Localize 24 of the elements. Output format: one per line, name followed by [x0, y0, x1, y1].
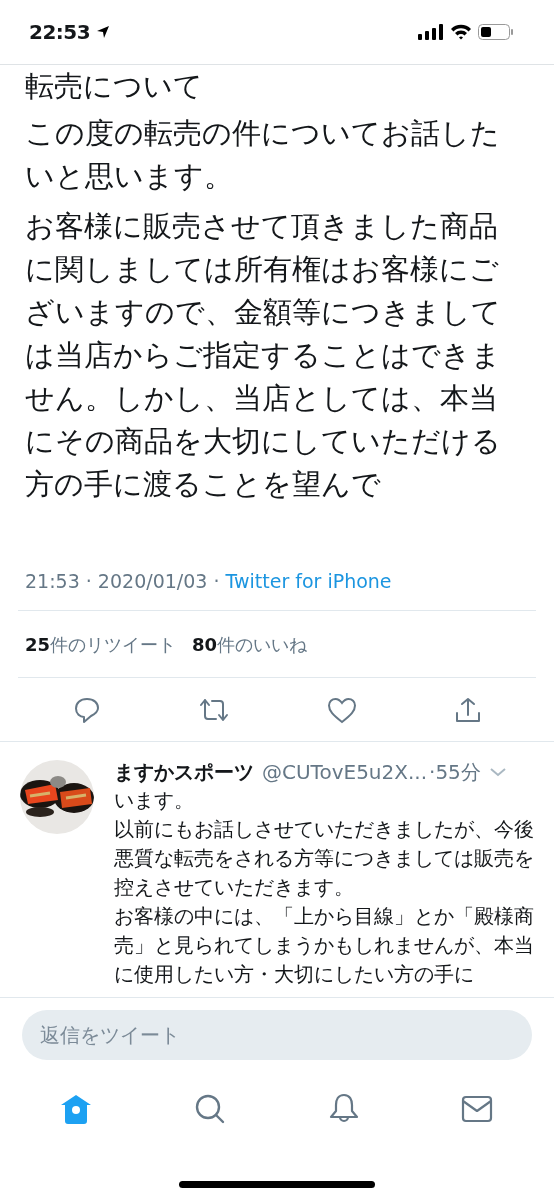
battery-icon	[478, 24, 514, 40]
reply-text: 以前にもお話しさせていただきましたが、今後悪質な転売をされる方等につきましては販売を控えさせていただきます。	[114, 816, 535, 901]
reply-age: ·55分	[429, 759, 481, 786]
bell-icon[interactable]	[327, 1093, 360, 1125]
like-count[interactable]: 80件のいいね	[192, 633, 308, 657]
tweet-text: 転売について	[25, 68, 204, 105]
reply-text: います。	[114, 787, 195, 814]
tweet-timestamp: 21:53 · 2020/01/03 ·	[25, 570, 221, 592]
reply-field[interactable]: 返信をツイート	[22, 1010, 532, 1060]
status-time: 22:53	[29, 20, 91, 44]
reply-text: お客様の中には、「上から目線」とか「殿様商売」と見られてしまうかもしれませんが、本当に使用したい方・大切にしたい方の手に	[114, 903, 535, 988]
heart-icon[interactable]	[326, 695, 357, 724]
retweet-count[interactable]: 25件のリツイート	[25, 633, 177, 657]
mail-icon[interactable]	[461, 1095, 494, 1123]
tweet-text: お客様に販売させて頂きました商品に関しましては所有権はお客様にございますので、金額等につきましては当店からご指定することはできません。しかし、当店としては、本当にその商品を大切にしていただける方の手に渡ることを望んで	[25, 208, 502, 503]
tweet-text: この度の転売の件についてお話したいと思います。	[25, 115, 501, 195]
author-handle: @CUTovE5u2X...	[262, 759, 428, 786]
wifi-icon	[450, 24, 472, 40]
signal-icon	[418, 24, 444, 40]
search-icon[interactable]	[194, 1093, 227, 1125]
location-arrow-icon	[96, 25, 111, 39]
share-icon[interactable]	[453, 695, 482, 724]
reply-icon[interactable]	[72, 695, 101, 724]
author-name[interactable]: ますかスポーツ	[114, 758, 254, 786]
